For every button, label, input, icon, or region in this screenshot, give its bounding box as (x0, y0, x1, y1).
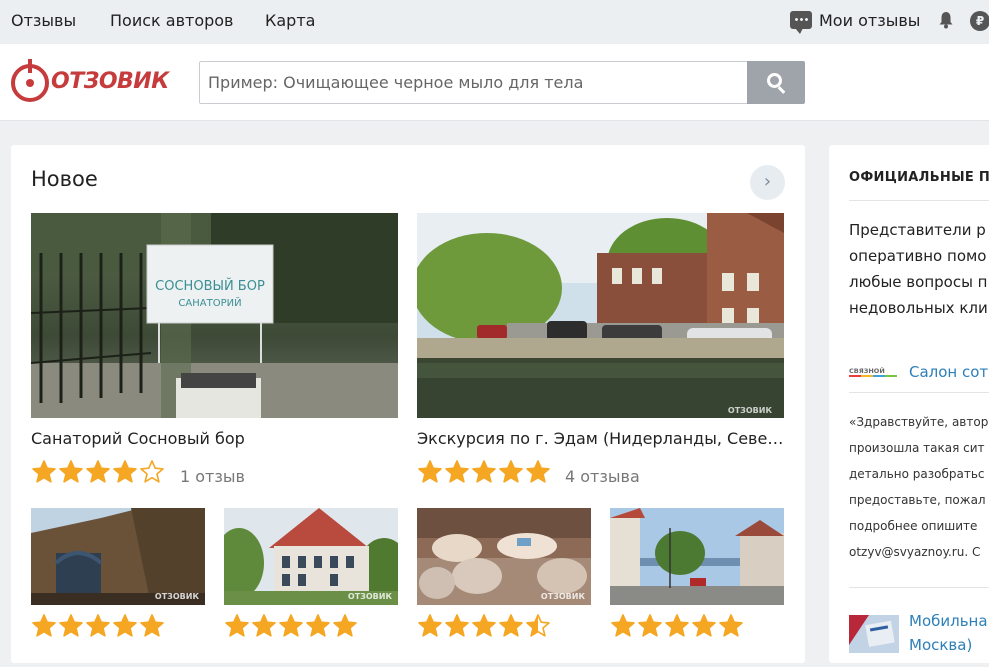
official-reps-card: ОФИЦИАЛЬНЫЕ П Представители р оперативно… (829, 145, 989, 663)
bell-icon[interactable] (938, 11, 954, 29)
top-nav: Отзывы Поиск авторов Карта Мои отзывы ₽ (0, 0, 989, 44)
item-photo[interactable]: ОТЗОВИК (224, 508, 398, 605)
rep-quote: «Здравствуйте, автор произошла такая сит… (849, 409, 989, 565)
brand-link[interactable]: Салон сот (909, 363, 988, 381)
star-full-icon (692, 614, 716, 637)
quote-line: otzyv@svyaznoy.ru. С (849, 545, 981, 559)
item-photo[interactable]: ОТЗОВИК (417, 508, 591, 605)
star-full-icon (719, 614, 743, 637)
logo-text: ОТЗОВИК (51, 69, 169, 94)
review-count[interactable]: 4 отзыва (565, 467, 640, 486)
quote-line: «Здравствуйте, автор (849, 415, 989, 429)
star-full-icon (499, 460, 523, 483)
star-full-icon (86, 460, 110, 483)
watermark: ОТЗОВИК (347, 592, 392, 601)
watermark: ОТЗОВИК (540, 592, 585, 601)
star-full-icon (445, 460, 469, 483)
search-button[interactable] (747, 61, 805, 104)
svyaznoy-logo[interactable]: СВЯЗНОЙ (849, 367, 899, 377)
star-full-icon (59, 614, 83, 637)
sanatorium-photo[interactable]: СОСНОВЫЙ БОР САНАТОРИЙ (31, 213, 398, 418)
side-text-line: оперативно помо (849, 247, 987, 265)
rating-stars (224, 613, 358, 639)
mobile-item-thumbnail[interactable] (849, 615, 899, 653)
mobile-link-line[interactable]: Мобильна (909, 609, 988, 633)
my-reviews-link[interactable]: Мои отзывы (819, 11, 920, 30)
small-item-4[interactable] (610, 508, 784, 637)
side-text-line: любые вопросы п (849, 273, 988, 291)
star-full-icon (472, 614, 496, 637)
small-item-1[interactable]: ОТЗОВИК (31, 508, 205, 637)
side-text-line: недовольных кли (849, 299, 988, 317)
star-full-icon (418, 614, 442, 637)
star-half-icon (526, 614, 550, 637)
site-header: ОТЗОВИК (0, 44, 989, 121)
star-full-icon (113, 614, 137, 637)
sign-line2: САНАТОРИЙ (178, 296, 241, 309)
divider (849, 587, 989, 588)
rating-stars (31, 459, 165, 485)
star-full-icon (611, 614, 635, 637)
star-full-icon (32, 614, 56, 637)
divider (849, 200, 989, 201)
star-full-icon (59, 460, 83, 483)
watermark: ОТЗОВИК (728, 406, 773, 415)
edam-photo[interactable]: ОТЗОВИК (417, 213, 784, 418)
star-full-icon (306, 614, 330, 637)
featured-item-sanatorium[interactable]: СОСНОВЫЙ БОР САНАТОРИЙ Санаторий Сосновы… (31, 213, 398, 486)
star-full-icon (665, 614, 689, 637)
star-full-icon (86, 614, 110, 637)
star-full-icon (333, 614, 357, 637)
new-items-card: Новое › СОСНОВЫЙ БОР САНАТОРИЙ Санаторий… (11, 145, 805, 663)
small-item-2[interactable]: ОТЗОВИК (224, 508, 398, 637)
star-full-icon (140, 614, 164, 637)
divider (849, 392, 989, 393)
rating-stars (31, 613, 165, 639)
search-box (199, 61, 747, 104)
item-title[interactable]: Санаторий Сосновый бор (31, 429, 398, 448)
star-full-icon (526, 460, 550, 483)
mobile-link-line[interactable]: Москва) (909, 633, 988, 657)
star-full-icon (445, 614, 469, 637)
star-full-icon (32, 460, 56, 483)
star-full-icon (252, 614, 276, 637)
quote-line: подробнее опишите (849, 519, 978, 533)
star-full-icon (113, 460, 137, 483)
nav-link-map[interactable]: Карта (265, 11, 315, 30)
ruble-icon[interactable]: ₽ (970, 11, 989, 31)
quote-line: детально разобратьс (849, 467, 985, 481)
chat-bubble-icon[interactable] (790, 11, 812, 34)
star-full-icon (418, 460, 442, 483)
small-item-3[interactable]: ОТЗОВИК (417, 508, 591, 637)
star-full-icon (225, 614, 249, 637)
logo-mark-icon (11, 59, 49, 102)
quote-line: предоставьте, пожал (849, 493, 986, 507)
item-photo[interactable]: ОТЗОВИК (31, 508, 205, 605)
svg-text:СВЯЗНОЙ: СВЯЗНОЙ (849, 367, 885, 375)
search-input[interactable] (200, 62, 747, 103)
star-full-icon (638, 614, 662, 637)
star-empty-icon (140, 460, 164, 483)
star-full-icon (279, 614, 303, 637)
review-count[interactable]: 1 отзыв (180, 467, 245, 486)
item-photo[interactable] (610, 508, 784, 605)
rating-stars (610, 613, 744, 639)
mobile-link[interactable]: Мобильна Москва) (909, 609, 988, 657)
sign-line1: СОСНОВЫЙ БОР (155, 278, 265, 294)
item-title[interactable]: Экскурсия по г. Эдам (Нидерланды, Север.… (417, 429, 784, 448)
nav-link-author-search[interactable]: Поиск авторов (110, 11, 233, 30)
side-title: ОФИЦИАЛЬНЫЕ П (849, 170, 989, 185)
rating-stars (417, 459, 551, 485)
star-full-icon (472, 460, 496, 483)
next-arrow-button[interactable]: › (750, 165, 785, 200)
watermark: ОТЗОВИК (154, 592, 199, 601)
section-title: Новое (31, 167, 98, 191)
side-description: Представители р оперативно помо любые во… (849, 217, 989, 321)
quote-line: произошла такая сит (849, 441, 985, 455)
star-full-icon (499, 614, 523, 637)
featured-item-edam[interactable]: ОТЗОВИК Экскурсия по г. Эдам (Нидерланды… (417, 213, 784, 486)
rating-stars (417, 613, 551, 639)
side-text-line: Представители р (849, 221, 986, 239)
nav-link-reviews[interactable]: Отзывы (11, 11, 76, 30)
